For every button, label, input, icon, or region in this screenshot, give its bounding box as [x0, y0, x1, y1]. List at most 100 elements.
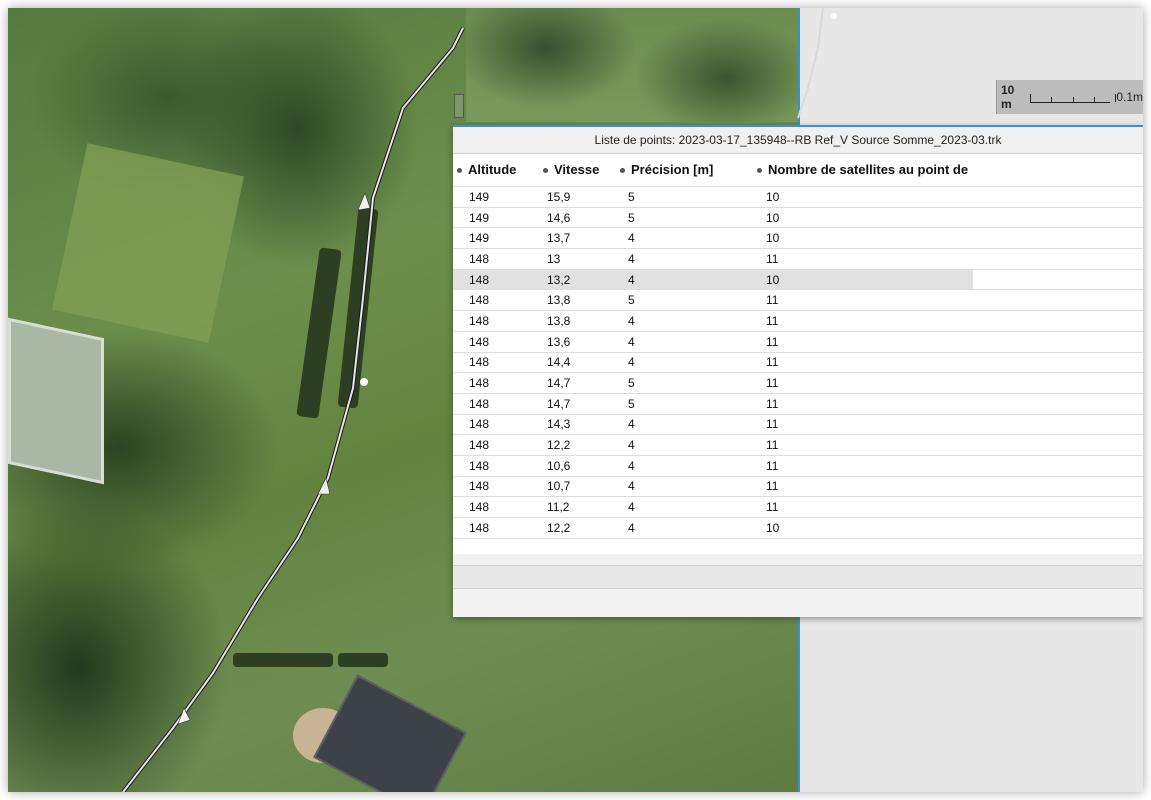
table-cell-vitesse: 12,2: [547, 520, 571, 535]
table-cell-satellites: 11: [766, 500, 779, 515]
table-cell-altitude: 148: [469, 458, 490, 473]
table-cell-satellites: 11: [766, 355, 779, 370]
table-cell-precision: 4: [628, 520, 635, 535]
map-control-handle[interactable]: [454, 94, 464, 118]
point-list-table[interactable]: Altitude Vitesse Précision [m] Nombre de…: [453, 154, 1143, 554]
track-point-marker-icon: [360, 378, 368, 386]
table-cell-vitesse: 14,7: [547, 376, 571, 391]
table-cell-vitesse: 12,2: [547, 438, 571, 453]
table-cell-precision: 5: [628, 293, 635, 308]
column-header-vitesse[interactable]: Vitesse: [539, 154, 616, 186]
table-cell-precision: 4: [628, 231, 635, 246]
table-row[interactable]: 148 10,6 4 11: [453, 456, 1143, 477]
table-cell-satellites: 10: [766, 210, 780, 225]
table-cell-precision: 4: [628, 479, 635, 494]
application-frame: 10 m 0.1m Liste de points: 2023-03-17_13…: [8, 8, 1143, 792]
sort-dot-icon: [620, 168, 625, 174]
table-cell-satellites: 11: [766, 251, 779, 266]
table-cell-precision: 5: [628, 376, 635, 391]
table-cell-vitesse: 11,2: [547, 500, 570, 515]
table-row[interactable]: 148 13,8 4 11: [453, 311, 1143, 332]
table-cell-vitesse: 13,8: [547, 293, 571, 308]
sort-dot-icon: [543, 168, 548, 174]
table-cell-satellites: 11: [766, 417, 779, 432]
table-cell-vitesse: 14,4: [547, 355, 571, 370]
table-cell-altitude: 148: [469, 417, 490, 432]
table-cell-vitesse: 14,3: [547, 417, 571, 432]
status-bar: [453, 565, 1143, 589]
table-cell-vitesse: 10,7: [547, 479, 571, 494]
table-cell-precision: 4: [628, 355, 635, 370]
table-cell-altitude: 148: [469, 500, 490, 515]
table-cell-precision: 4: [628, 417, 635, 432]
table-cell-satellites: 10: [766, 189, 780, 204]
table-cell-altitude: 148: [469, 438, 490, 453]
table-row[interactable]: 148 14,3 4 11: [453, 415, 1143, 436]
table-row[interactable]: 148 13,6 4 11: [453, 332, 1143, 353]
table-cell-vitesse: 13,2: [547, 272, 571, 287]
table-row[interactable]: 149 15,9 5 10: [453, 187, 1143, 208]
table-row[interactable]: 149 13,7 4 10: [453, 228, 1143, 250]
table-cell-vitesse: 13: [547, 251, 561, 266]
table-cell-satellites: 11: [766, 334, 779, 349]
table-cell-vitesse: 15,9: [547, 189, 571, 204]
table-cell-altitude: 148: [469, 251, 490, 266]
table-row[interactable]: 148 14,7 5 11: [453, 394, 1143, 415]
table-cell-satellites: 10: [766, 272, 780, 287]
column-header-precision[interactable]: Précision [m]: [616, 154, 753, 186]
table-cell-vitesse: 14,7: [547, 396, 571, 411]
column-header-altitude[interactable]: Altitude: [453, 154, 539, 186]
track-line-shadow: [121, 27, 465, 792]
table-cell-satellites: 10: [766, 520, 780, 535]
point-list-title: Liste de points: 2023-03-17_135948--RB R…: [453, 127, 1143, 154]
table-row[interactable]: 148 13,2 4 10: [453, 269, 1143, 291]
table-cell-altitude: 149: [469, 210, 490, 225]
column-header-satellites[interactable]: Nombre de satellites au point de: [753, 154, 1053, 186]
table-cell-precision: 4: [628, 272, 635, 287]
table-cell-satellites: 11: [766, 376, 779, 391]
table-cell-altitude: 149: [469, 231, 490, 246]
table-row[interactable]: 148 12,2 4 10: [453, 518, 1143, 539]
table-cell-altitude: 148: [469, 313, 490, 328]
table-cell-altitude: 149: [469, 189, 490, 204]
table-cell-satellites: 10: [766, 231, 780, 246]
table-cell-satellites: 11: [766, 293, 779, 308]
table-cell-vitesse: 13,8: [547, 313, 571, 328]
table-cell-vitesse: 13,7: [547, 231, 571, 246]
table-cell-precision: 4: [628, 251, 635, 266]
table-cell-precision: 5: [628, 396, 635, 411]
table-cell-precision: 4: [628, 313, 635, 328]
scale-secondary: 0.1m: [1116, 90, 1143, 104]
window-footer: [453, 589, 1143, 617]
scale-value: 10 m: [1001, 83, 1015, 111]
track-line: [122, 27, 464, 792]
table-row[interactable]: 148 14,4 4 11: [453, 353, 1143, 374]
point-list-window: Liste de points: 2023-03-17_135948--RB R…: [453, 125, 1143, 617]
table-cell-vitesse: 13,6: [547, 334, 571, 349]
table-cell-altitude: 148: [469, 376, 490, 391]
track-point-marker-icon: [831, 13, 837, 19]
table-cell-precision: 5: [628, 189, 635, 204]
table-row[interactable]: 149 14,6 5 10: [453, 208, 1143, 229]
table-cell-altitude: 148: [469, 293, 490, 308]
table-cell-vitesse: 14,6: [547, 210, 571, 225]
table-row[interactable]: 148 13,8 5 11: [453, 290, 1143, 312]
scale-ruler: [1030, 92, 1117, 103]
table-body: 149 15,9 5 10 149 14,6 5 10 149 13,7 4 10 148 13 4 11 14…: [453, 187, 1143, 539]
table-row[interactable]: 148 14,7 5 11: [453, 373, 1143, 394]
track-line-secondary: [797, 8, 824, 119]
table-cell-satellites: 11: [766, 313, 779, 328]
table-cell-altitude: 148: [469, 479, 490, 494]
table-row[interactable]: 148 12,2 4 11: [453, 435, 1143, 456]
table-cell-satellites: 11: [766, 479, 779, 494]
sort-dot-icon: [757, 168, 762, 174]
table-cell-precision: 4: [628, 438, 635, 453]
table-cell-altitude: 148: [469, 355, 490, 370]
table-cell-precision: 4: [628, 458, 635, 473]
table-cell-precision: 5: [628, 210, 635, 225]
track-direction-arrow-icon: [357, 192, 371, 211]
table-row[interactable]: 148 11,2 4 11: [453, 497, 1143, 518]
table-row[interactable]: 148 10,7 4 11: [453, 477, 1143, 498]
table-row[interactable]: 148 13 4 11: [453, 249, 1143, 270]
table-cell-altitude: 148: [469, 272, 490, 287]
